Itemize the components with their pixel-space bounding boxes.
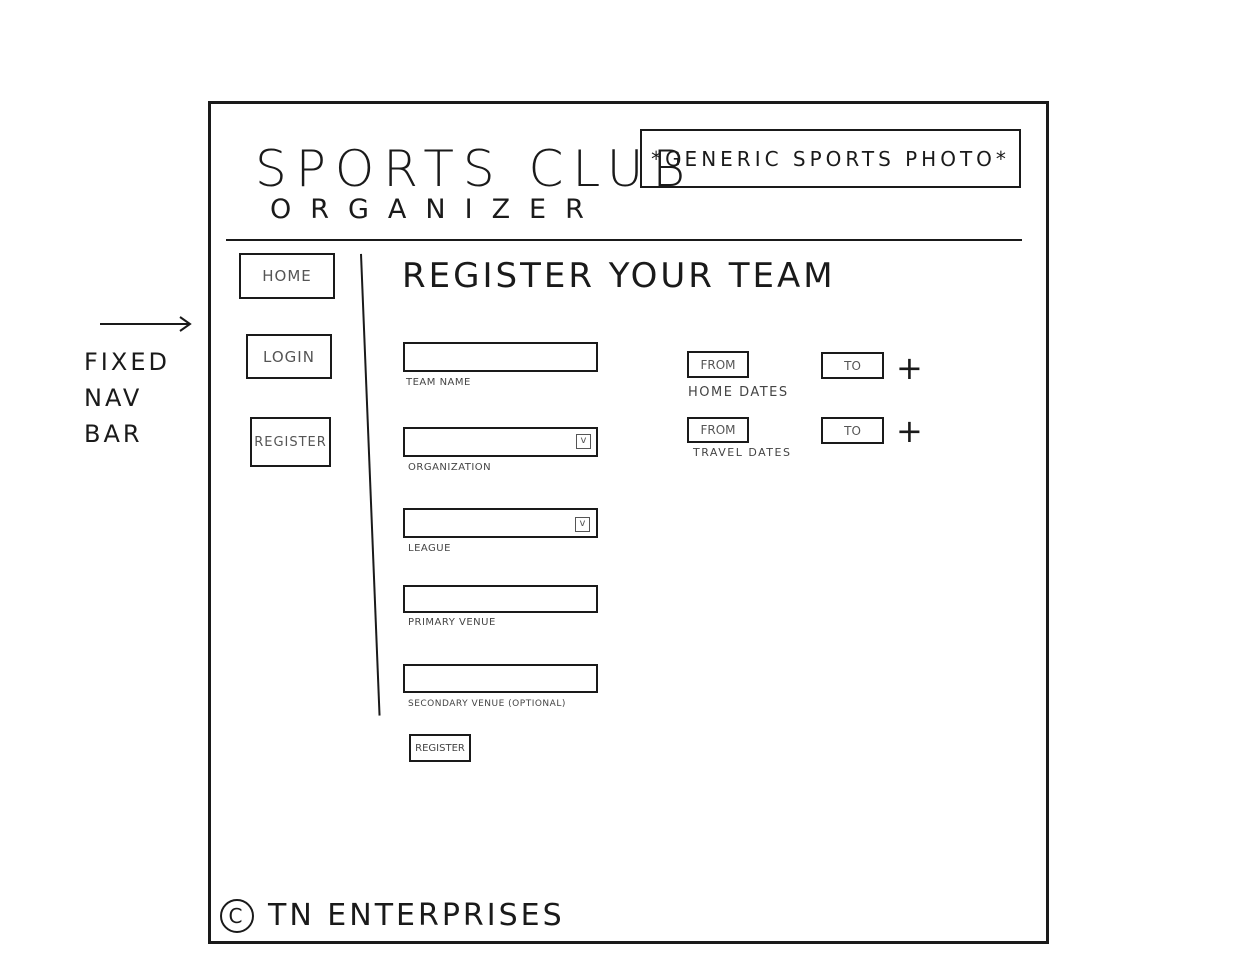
home-dates-to-field[interactable]: TO: [821, 352, 884, 379]
travel-from-label: FROM: [700, 423, 736, 437]
header-photo-placeholder: *GENERIC SPORTS PHOTO*: [640, 129, 1021, 188]
organization-select[interactable]: v: [403, 427, 598, 457]
annotation-line: NAV: [84, 384, 143, 412]
organization-label: ORGANIZATION: [408, 462, 492, 473]
nav-register-label: REGISTER: [254, 434, 327, 450]
home-to-label: TO: [844, 358, 861, 373]
page-frame: [208, 101, 1049, 944]
chevron-down-icon[interactable]: v: [575, 517, 590, 532]
add-home-dates-plus-icon[interactable]: +: [896, 352, 923, 384]
league-select[interactable]: v: [403, 508, 598, 538]
travel-dates-to-field[interactable]: TO: [821, 417, 884, 444]
nav-login-label: LOGIN: [263, 347, 315, 366]
primary-venue-label: PRIMARY VENUE: [408, 617, 496, 628]
chevron-down-icon[interactable]: v: [576, 434, 591, 449]
home-dates-from-field[interactable]: FROM: [687, 351, 749, 378]
nav-home-label: HOME: [262, 267, 312, 285]
team-name-input[interactable]: [403, 342, 598, 372]
travel-dates-label: TRAVEL DATES: [693, 446, 792, 459]
page-title: REGISTER YOUR TEAM: [402, 256, 836, 296]
home-from-label: FROM: [700, 357, 736, 372]
site-title: SPORTS CLUB: [255, 140, 695, 198]
secondary-venue-input[interactable]: [403, 664, 598, 693]
team-name-label: TEAM NAME: [406, 377, 471, 388]
footer: C TN ENTERPRISES: [220, 898, 565, 933]
annotation-line: BAR: [84, 420, 143, 448]
league-label: LEAGUE: [408, 543, 451, 554]
nav-login-button[interactable]: LOGIN: [246, 334, 332, 379]
annotation-line: FIXED: [84, 348, 170, 376]
copyright-icon: C: [220, 898, 254, 933]
travel-dates-from-field[interactable]: FROM: [687, 417, 749, 443]
annotation-arrow: [100, 316, 192, 332]
register-submit-button[interactable]: REGISTER: [409, 734, 471, 762]
register-submit-label: REGISTER: [415, 742, 465, 754]
travel-to-label: TO: [844, 423, 861, 438]
header-divider: [226, 239, 1022, 241]
primary-venue-input[interactable]: [403, 585, 598, 613]
annotation-note: FIXED NAV BAR: [84, 344, 170, 452]
secondary-venue-label: SECONDARY VENUE (OPTIONAL): [408, 699, 566, 709]
footer-text: TN ENTERPRISES: [268, 898, 565, 933]
photo-placeholder-text: *GENERIC SPORTS PHOTO*: [651, 146, 1010, 171]
add-travel-dates-plus-icon[interactable]: +: [896, 415, 923, 447]
nav-home-button[interactable]: HOME: [239, 253, 335, 299]
nav-register-button[interactable]: REGISTER: [250, 417, 331, 467]
home-dates-label: HOME DATES: [688, 385, 789, 400]
site-subtitle: ORGANIZER: [270, 194, 603, 225]
